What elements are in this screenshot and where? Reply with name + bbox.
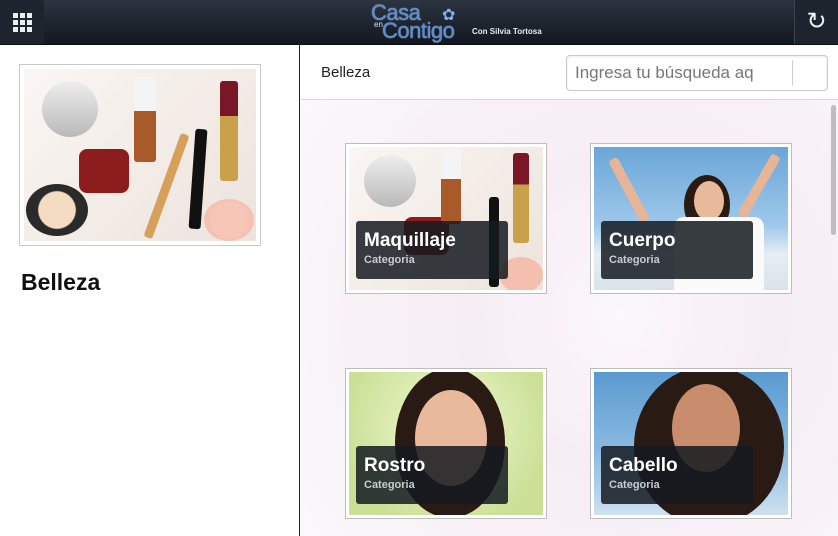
tile-image: Cuerpo Categoria xyxy=(594,147,788,290)
tile-caption: Cabello Categoria xyxy=(601,446,753,504)
category-grid-panel: Belleza Maquillaje Categoria xyxy=(301,45,838,536)
tile-title: Rostro xyxy=(364,455,426,476)
tile-caption: Cuerpo Categoria xyxy=(601,221,753,279)
left-category-title: Belleza xyxy=(21,269,101,295)
tile-type: Categoria xyxy=(609,254,660,266)
refresh-button[interactable]: ↻ xyxy=(794,0,838,44)
logo-subtitle: Con Silvia Tortosa xyxy=(472,27,542,36)
apps-menu-button[interactable] xyxy=(0,0,44,44)
tile-type: Categoria xyxy=(364,479,415,491)
category-tile-maquillaje[interactable]: Maquillaje Categoria xyxy=(345,143,547,294)
search-box[interactable] xyxy=(566,55,828,91)
category-image xyxy=(19,64,261,246)
left-panel: Belleza xyxy=(0,45,300,536)
tile-image: Cabello Categoria xyxy=(594,372,788,515)
category-tile-cuerpo[interactable]: Cuerpo Categoria xyxy=(590,143,792,294)
site-logo[interactable]: Casa ✿ en Contigo Con Silvia Tortosa xyxy=(370,0,542,43)
tile-title: Cuerpo xyxy=(609,230,676,251)
tile-caption: Maquillaje Categoria xyxy=(356,221,508,279)
search-input[interactable] xyxy=(567,56,787,90)
category-tile-cabello[interactable]: Cabello Categoria xyxy=(590,368,792,519)
category-tile-rostro[interactable]: Rostro Categoria xyxy=(345,368,547,519)
logo-contigo-text: Contigo xyxy=(382,18,455,43)
grid-icon xyxy=(12,12,32,32)
tile-title: Maquillaje xyxy=(364,230,456,251)
toolbar-title: Belleza xyxy=(321,64,371,81)
top-bar: Casa ✿ en Contigo Con Silvia Tortosa ↻ xyxy=(0,0,838,45)
tile-image: Maquillaje Categoria xyxy=(349,147,543,290)
logo-mark: Casa ✿ en Contigo xyxy=(370,0,470,43)
tile-image: Rostro Categoria xyxy=(349,372,543,515)
scrollbar[interactable] xyxy=(831,105,836,235)
tile-title: Cabello xyxy=(609,455,678,476)
tile-caption: Rostro Categoria xyxy=(356,446,508,504)
tile-type: Categoria xyxy=(609,479,660,491)
refresh-icon: ↻ xyxy=(806,8,827,35)
tile-type: Categoria xyxy=(364,254,415,266)
content-toolbar: Belleza xyxy=(301,45,838,100)
search-divider xyxy=(792,60,793,86)
